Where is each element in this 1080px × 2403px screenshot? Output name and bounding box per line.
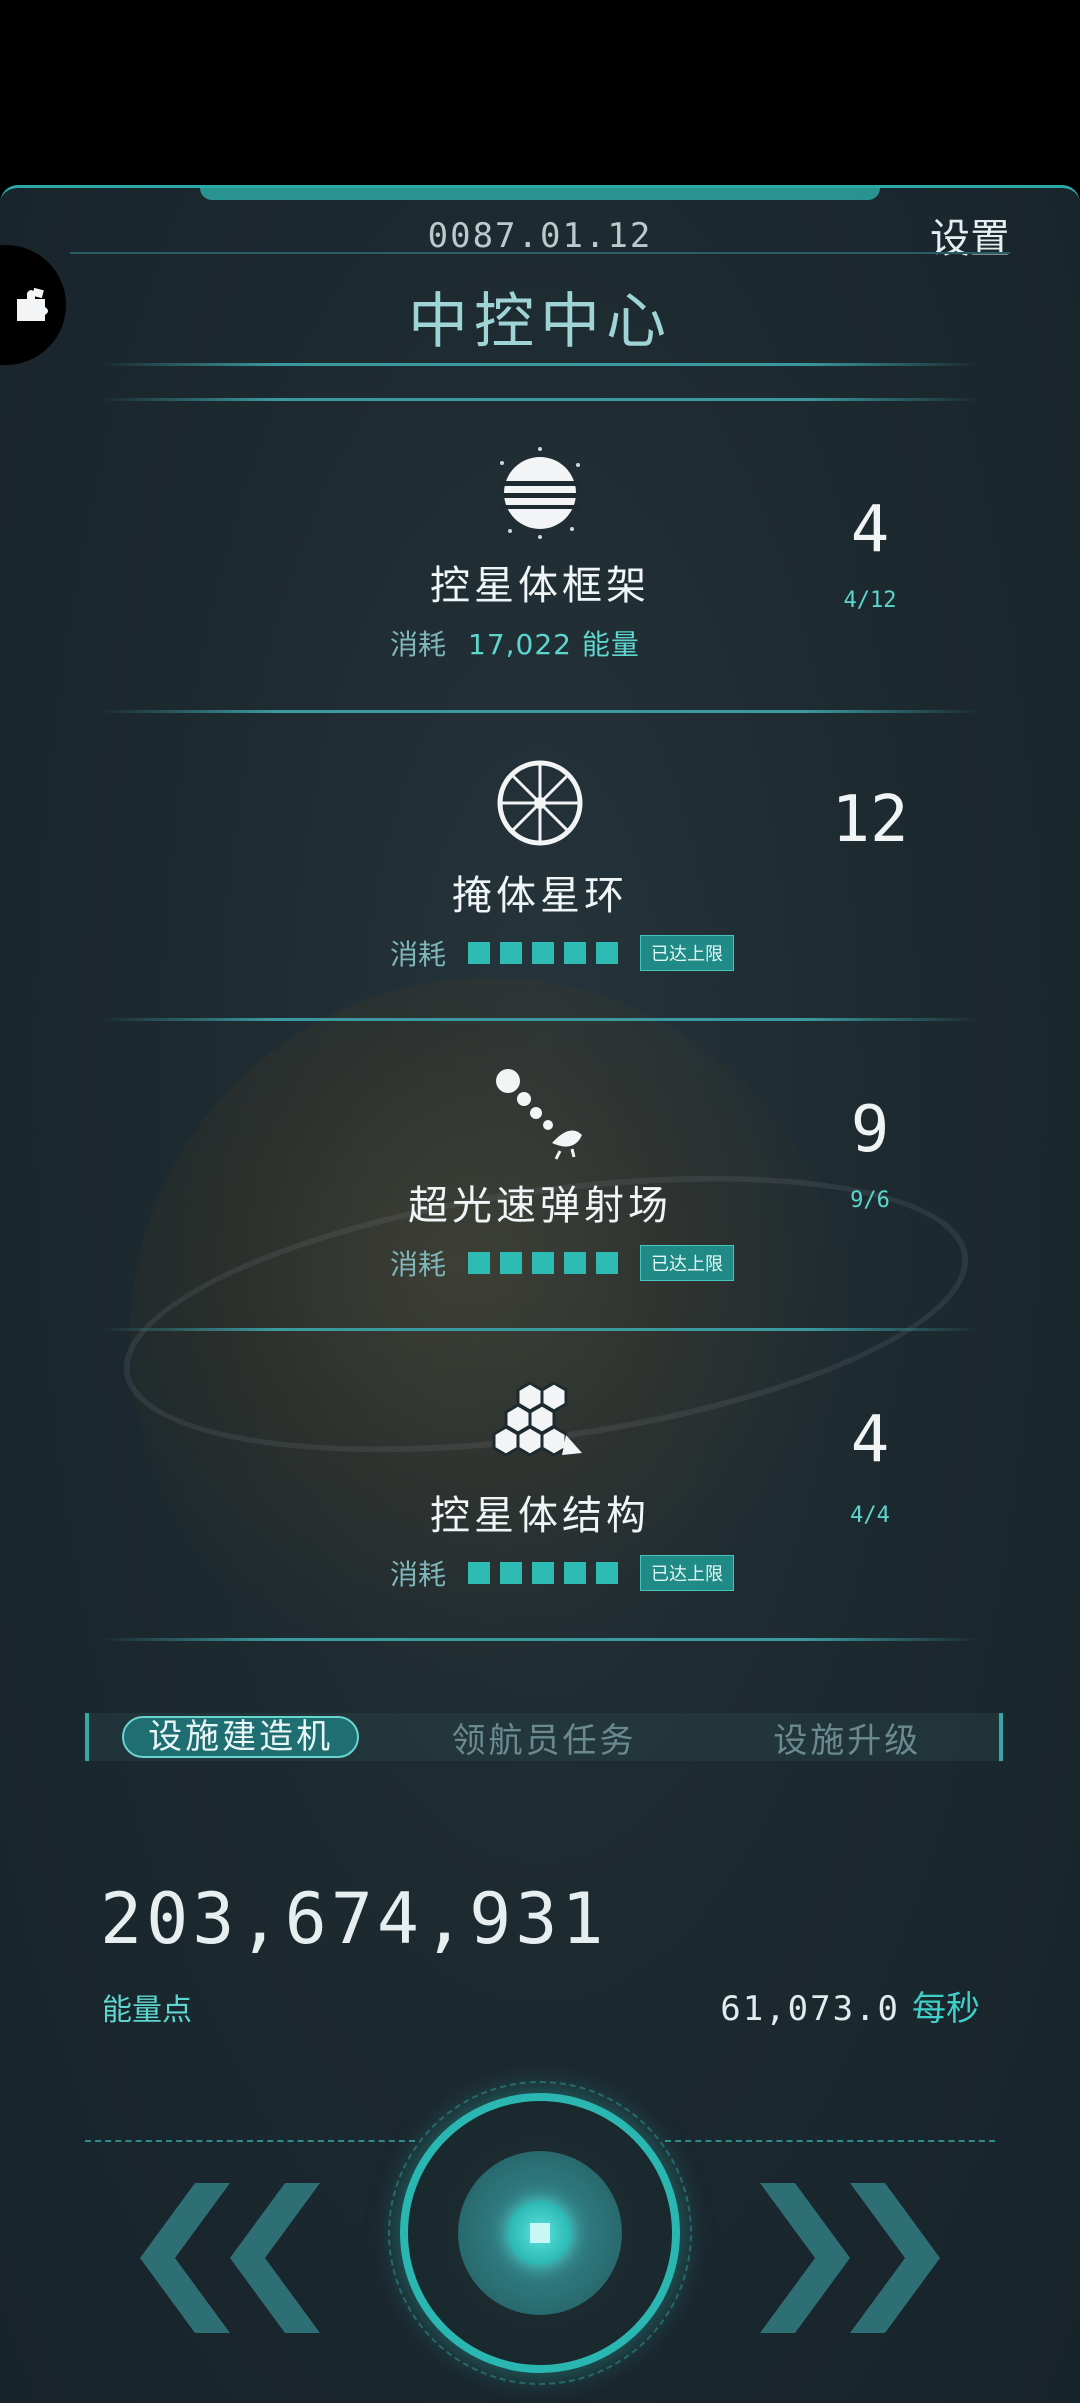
facility-item[interactable]: 超光速弹射场 消耗 已达上限 9 9/6 — [0, 1033, 1080, 1343]
header-divider — [70, 252, 1010, 254]
maxed-badge: 已达上限 — [640, 1555, 735, 1591]
puzzle-piece-icon — [17, 287, 48, 321]
facility-cost: 消耗 已达上限 — [390, 1243, 735, 1283]
maxed-badge: 已达上限 — [640, 935, 735, 971]
center-button-inner — [458, 2151, 622, 2315]
center-button-core — [508, 2201, 572, 2265]
cost-label: 消耗 — [390, 1558, 447, 1591]
energy-rate-value: 61,073.0 — [720, 1989, 900, 2029]
facility-cost: 消耗 17,022 能量 — [390, 623, 640, 663]
hexagon-icon — [492, 1381, 582, 1457]
facility-level: 9 — [850, 1093, 890, 1167]
center-action-button[interactable] — [388, 2081, 692, 2385]
tab-facility-upgrade[interactable]: 设施升级 — [696, 1713, 999, 1762]
facility-level: 12 — [831, 783, 909, 857]
launcher-icon — [496, 1069, 582, 1160]
main-panel: 0087.01.12 设置 中控中心 控星体框架 消耗 17,022 能量 4 … — [0, 185, 1080, 2403]
facility-cost: 消耗 已达上限 — [390, 1553, 735, 1593]
page-title: 中控中心 — [408, 287, 672, 357]
center-square-icon — [530, 2223, 550, 2243]
cost-blocks — [468, 1252, 619, 1274]
facility-item[interactable]: 掩体星环 消耗 已达上限 12 — [0, 723, 1080, 1033]
facility-item[interactable]: 控星体框架 消耗 17,022 能量 4 4/12 — [0, 413, 1080, 723]
panel-top-decoration — [200, 188, 880, 200]
bottom-divider-right — [665, 2140, 995, 2142]
cost-value: 17,022 能量 — [468, 628, 640, 661]
bottom-divider-left — [85, 2140, 415, 2142]
sphere-icon — [500, 447, 580, 539]
item-divider — [100, 1638, 980, 1641]
settings-button[interactable]: 设置 — [930, 206, 1010, 264]
facility-progress: 9/6 — [850, 1188, 890, 1213]
facility-level: 4 — [850, 1403, 890, 1477]
energy-rate-unit: 每秒 — [912, 1989, 980, 2029]
facility-cost: 消耗 已达上限 — [390, 933, 735, 973]
facility-level: 4 — [850, 493, 890, 567]
facility-progress: 4/12 — [843, 588, 897, 613]
item-divider — [100, 1328, 980, 1331]
next-double-chevron-icon[interactable] — [760, 2173, 980, 2343]
item-divider — [100, 710, 980, 713]
tab-bar: 设施建造机 领航员任务 设施升级 — [85, 1713, 1003, 1761]
facility-progress: 4/4 — [850, 1503, 890, 1528]
cost-label: 消耗 — [390, 628, 447, 661]
energy-label: 能量点 — [102, 1993, 192, 2028]
tab-facility-builder[interactable]: 设施建造机 — [89, 1716, 392, 1758]
tab-navigator-missions[interactable]: 领航员任务 — [392, 1713, 695, 1762]
energy-rate: 61,073.0 每秒 — [720, 1981, 980, 2030]
previous-double-chevron-icon[interactable] — [100, 2173, 320, 2343]
energy-total: 203,674,931 — [100, 1878, 608, 1960]
title-divider-top — [100, 363, 980, 366]
status-bar — [0, 0, 1080, 185]
maxed-badge: 已达上限 — [640, 1245, 735, 1281]
facility-item[interactable]: 控星体结构 消耗 已达上限 4 4/4 — [0, 1343, 1080, 1653]
facility-name: 掩体星环 — [452, 873, 628, 919]
ring-wheel-icon — [497, 760, 583, 846]
cost-blocks — [468, 1562, 619, 1584]
cost-label: 消耗 — [390, 938, 447, 971]
cost-blocks — [468, 942, 619, 964]
item-divider — [100, 1018, 980, 1021]
cost-label: 消耗 — [390, 1248, 447, 1281]
game-date: 0087.01.12 — [427, 216, 653, 256]
title-divider-bottom — [100, 398, 980, 401]
